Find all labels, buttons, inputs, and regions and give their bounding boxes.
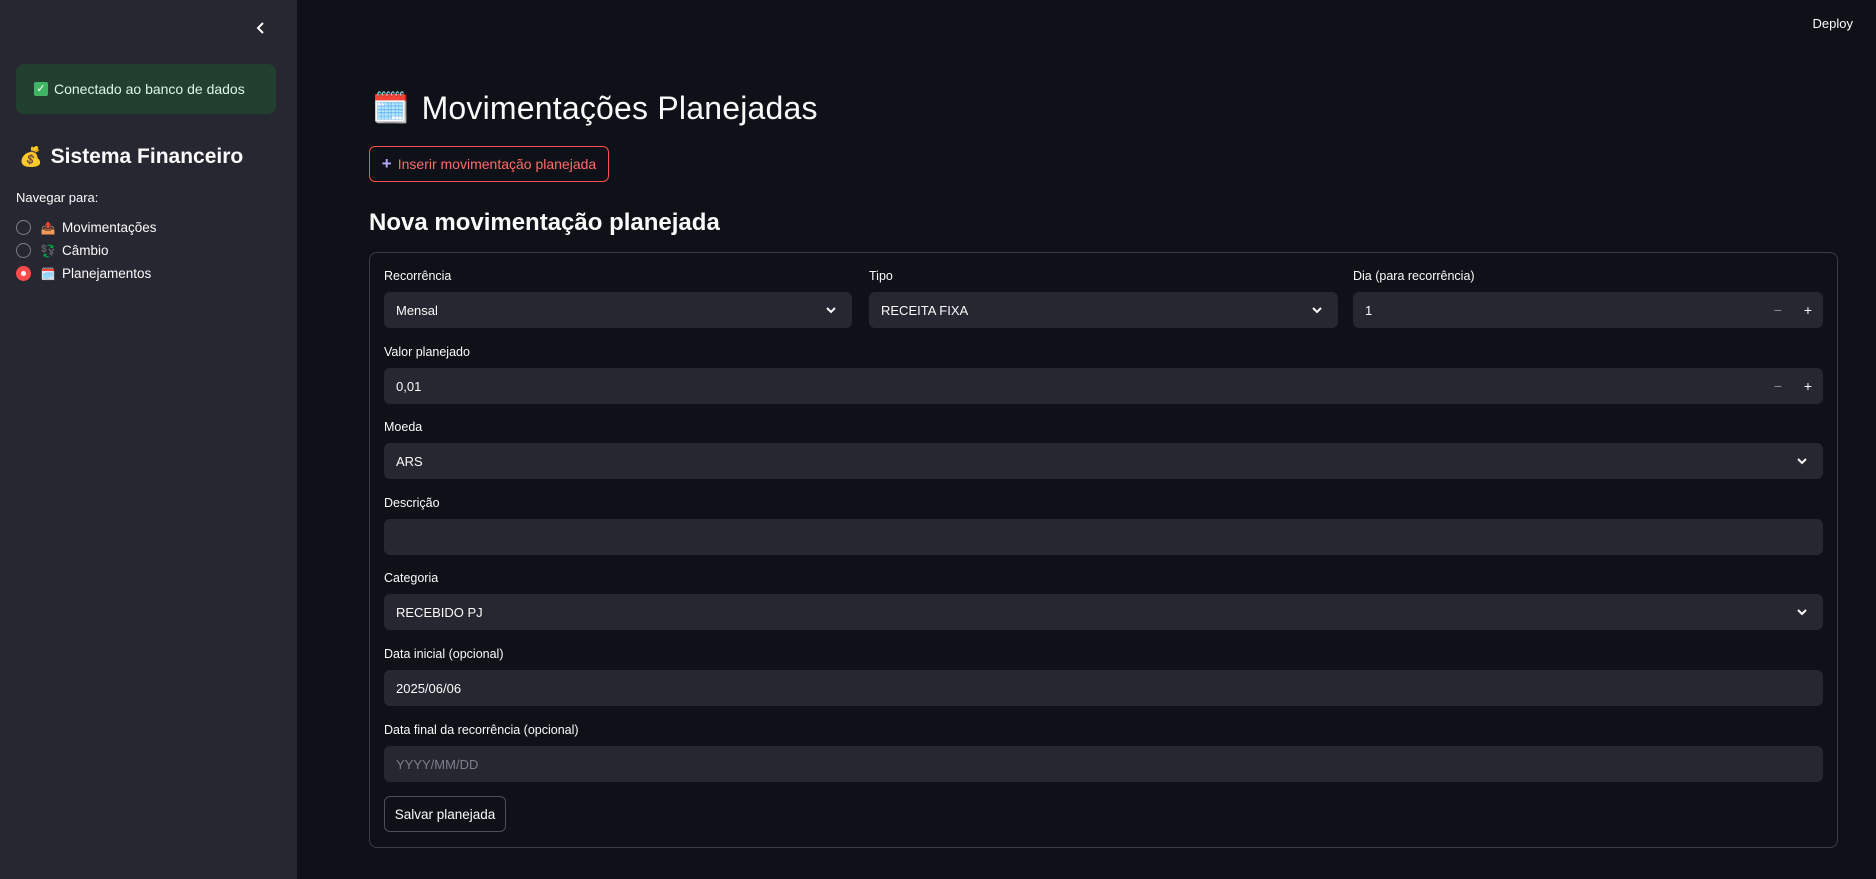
tipo-label: Tipo (869, 269, 893, 283)
sidebar-title: 💰 Sistema Financeiro (19, 145, 243, 169)
tipo-value: RECEITA FIXA (881, 302, 969, 318)
money-bag-icon: 💰 (19, 147, 43, 168)
radio-button[interactable] (16, 243, 31, 258)
nav-item-label: Câmbio (62, 243, 109, 258)
categoria-value: RECEBIDO PJ (396, 604, 483, 620)
page-title: 🗓️ Movimentações Planejadas (372, 90, 818, 127)
chevron-down-icon (1797, 609, 1807, 616)
moeda-select[interactable]: ARS (384, 443, 1823, 479)
data-inicial-label: Data inicial (opcional) (384, 647, 504, 661)
nav-item-label: Planejamentos (62, 266, 152, 281)
collapse-sidebar-button[interactable] (250, 17, 272, 39)
radio-button[interactable] (16, 220, 31, 235)
decrement-button[interactable]: − (1763, 292, 1793, 328)
data-inicial-date-input[interactable]: 2025/06/06 (384, 670, 1823, 706)
descricao-input[interactable] (384, 519, 1823, 555)
chevron-down-icon (1797, 458, 1807, 465)
chevron-left-icon (256, 22, 264, 34)
recorrencia-select[interactable]: Mensal (384, 292, 852, 328)
nav-item-cambio[interactable]: 💱 Câmbio (16, 239, 157, 262)
nav-item-planejamentos[interactable]: 🗓️ Planejamentos (16, 262, 157, 285)
section-title: Nova movimentação planejada (369, 209, 720, 236)
valor-number-input[interactable]: 0,01 − + (384, 368, 1823, 404)
categoria-label: Categoria (384, 571, 439, 585)
recorrencia-label: Recorrência (384, 269, 452, 283)
descricao-label: Descrição (384, 496, 440, 510)
valor-stepper: − + (1763, 368, 1823, 404)
increment-button[interactable]: + (1793, 292, 1823, 328)
dia-value: 1 (1365, 302, 1373, 318)
nav-radio-group: 📤 Movimentações 💱 Câmbio 🗓️ Planejamento… (16, 216, 157, 285)
check-icon: ✓ (34, 82, 48, 96)
nav-item-movimentacoes[interactable]: 📤 Movimentações (16, 216, 157, 239)
dia-stepper: − + (1763, 292, 1823, 328)
sidebar-title-text: Sistema Financeiro (50, 145, 244, 168)
data-final-label: Data final da recorrência (opcional) (384, 723, 579, 737)
radio-button-selected[interactable] (16, 266, 31, 281)
valor-label: Valor planejado (384, 345, 470, 359)
chevron-down-icon (826, 307, 836, 314)
valor-value: 0,01 (396, 378, 422, 394)
moeda-label: Moeda (384, 420, 423, 434)
save-planned-button[interactable]: Salvar planejada (384, 796, 506, 832)
plus-icon: + (381, 154, 392, 173)
data-final-date-input[interactable]: YYYY/MM/DD (384, 746, 1823, 782)
decrement-button[interactable]: − (1763, 368, 1793, 404)
sidebar: ✓ Conectado ao banco de dados 💰 Sistema … (0, 0, 297, 879)
data-final-placeholder: YYYY/MM/DD (396, 756, 479, 772)
tipo-select[interactable]: RECEITA FIXA (869, 292, 1338, 328)
increment-button[interactable]: + (1793, 368, 1823, 404)
dia-label: Dia (para recorrência) (1353, 269, 1475, 283)
categoria-select[interactable]: RECEBIDO PJ (384, 594, 1823, 630)
connection-success-alert: ✓ Conectado ao banco de dados (16, 64, 276, 114)
dia-number-input[interactable]: 1 − + (1353, 292, 1823, 328)
nav-item-label: Movimentações (62, 220, 157, 235)
chevron-down-icon (1312, 307, 1322, 314)
currency-exchange-icon: 💱 (40, 243, 56, 258)
insert-planned-label: Inserir movimentação planejada (397, 156, 597, 172)
data-inicial-value: 2025/06/06 (396, 680, 462, 696)
deploy-button[interactable]: Deploy (1813, 16, 1853, 31)
recorrencia-value: Mensal (396, 302, 438, 318)
calendar-icon: 🗓️ (372, 92, 410, 125)
moeda-value: ARS (396, 453, 423, 469)
insert-planned-button[interactable]: + Inserir movimentação planejada (369, 146, 609, 182)
nav-label: Navegar para: (16, 190, 99, 205)
page-title-text: Movimentações Planejadas (421, 90, 818, 126)
outbox-icon: 📤 (40, 220, 56, 235)
calendar-icon: 🗓️ (40, 266, 56, 281)
alert-text: Conectado ao banco de dados (54, 81, 245, 97)
